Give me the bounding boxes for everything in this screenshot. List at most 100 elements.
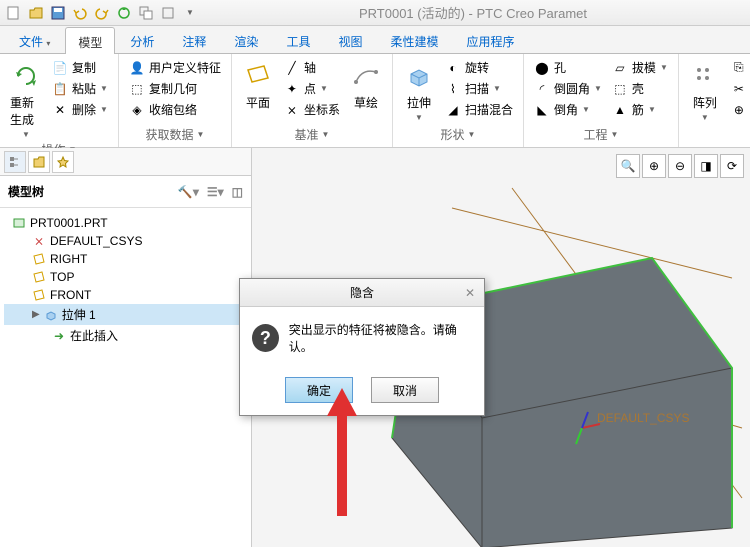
tree-tab-fav-icon[interactable] [52,151,74,173]
tree-item-right[interactable]: RIGHT [4,250,247,268]
hole-button[interactable]: ⬤孔 [532,58,604,77]
group-label-getdata: 获取数据 ▼ [127,126,223,143]
csys-tree-icon: ⨯ [32,234,46,248]
delete-icon: ✕ [52,102,68,118]
shell-icon: ⬚ [612,81,628,97]
tree-root[interactable]: PRT0001.PRT [4,214,247,232]
qat-dropdown-icon[interactable]: ▼ [180,3,200,23]
merge-button[interactable]: ⊕合并 [729,100,750,119]
blend-button[interactable]: ◢扫描混合 [443,100,515,119]
draft-button[interactable]: ▱拔模 ▼ [610,58,670,77]
pattern-icon [689,60,721,92]
shrink-icon: ◈ [129,102,145,118]
chevron-down-icon: ▼ [22,130,30,139]
tree-item-csys[interactable]: ⨯ DEFAULT_CSYS [4,232,247,250]
sketch-button[interactable]: 草绘 [348,58,384,113]
group-operations: 重新生成 ▼ 📄复制 📋粘贴 ▼ ✕删除 ▼ 操作 ▼ [0,54,119,147]
windows-icon[interactable] [136,3,156,23]
close-win-icon[interactable] [158,3,178,23]
group-label-datum: 基准 ▼ [240,126,384,143]
shell-button[interactable]: ⬚壳 [610,79,670,98]
tree-item-front[interactable]: FRONT [4,286,247,304]
regenerate-icon [10,60,42,92]
ok-button[interactable]: 确定 [285,377,353,403]
group-pattern: 阵列 ▼ ⎘镜像 ✂修剪 ⊕合并 [679,54,750,147]
tree-item-insert[interactable]: ➜ 在此插入 [4,325,247,346]
plane-icon [242,60,274,92]
csys-label: DEFAULT_CSYS [597,411,689,425]
user-icon: 👤 [129,60,145,76]
shrinkwrap-button[interactable]: ◈收缩包络 [127,100,223,119]
tree-tabs [0,148,251,176]
point-button[interactable]: ✦点 ▼ [282,79,342,98]
part-icon [12,216,26,230]
group-label-eng: 工程 ▼ [532,126,670,143]
group-engineering: ⬤孔 ◜倒圆角 ▼ ◣倒角 ▼ ▱拔模 ▼ ⬚壳 ▲筋 ▼ 工程 ▼ [524,54,679,147]
round-button[interactable]: ◜倒圆角 ▼ [532,79,604,98]
tree-tool-settings-icon[interactable]: ☰▾ [207,185,224,199]
save-icon[interactable] [48,3,68,23]
chamfer-button[interactable]: ◣倒角 ▼ [532,100,604,119]
group-label-shape: 形状 ▼ [401,126,515,143]
tree-body: PRT0001.PRT ⨯ DEFAULT_CSYS RIGHT TOP FRO… [0,208,251,352]
paste-button[interactable]: 📋粘贴 ▼ [50,79,110,98]
hole-icon: ⬤ [534,60,550,76]
pattern-button[interactable]: 阵列 ▼ [687,58,723,124]
plane-tree-icon [32,270,46,284]
csys-button[interactable]: ⨯坐标系 [282,100,342,119]
tree-tool-hammer-icon[interactable]: 🔨▾ [178,185,199,199]
tab-flex[interactable]: 柔性建模 [377,26,451,53]
redo-icon[interactable] [92,3,112,23]
tree-tool-filter-icon[interactable]: ◫ [232,185,243,199]
trim-button[interactable]: ✂修剪 [729,79,750,98]
ribbon: 重新生成 ▼ 📄复制 📋粘贴 ▼ ✕删除 ▼ 操作 ▼ 👤用户定义特征 ⬚复制几… [0,54,750,148]
revolve-button[interactable]: ◐旋转 [443,58,515,77]
copy-button[interactable]: 📄复制 [50,58,110,77]
dialog-message: 突出显示的特征将被隐含。请确认。 [289,321,472,355]
tree-item-top[interactable]: TOP [4,268,247,286]
tab-apps[interactable]: 应用程序 [453,26,527,53]
sweep-button[interactable]: ⌇扫描 ▼ [443,79,515,98]
new-icon[interactable] [4,3,24,23]
tab-model[interactable]: 模型 [65,27,115,54]
sketch-icon [350,60,382,92]
plane-tree-icon [32,252,46,266]
revolve-icon: ◐ [445,60,461,76]
dialog-close-icon[interactable]: ✕ [462,285,478,301]
tree-tab-model-icon[interactable] [4,151,26,173]
axis-button[interactable]: ╱轴 [282,58,342,77]
regenerate-button[interactable]: 重新生成 ▼ [8,58,44,141]
chamfer-icon: ◣ [534,102,550,118]
undo-icon[interactable] [70,3,90,23]
tab-view[interactable]: 视图 [325,26,375,53]
tab-file[interactable]: 文件 ▾ [6,26,63,53]
insert-icon: ➜ [52,329,66,343]
tab-tools[interactable]: 工具 [273,26,323,53]
user-feature-button[interactable]: 👤用户定义特征 [127,58,223,77]
point-icon: ✦ [284,81,300,97]
mirror-button[interactable]: ⎘镜像 [729,58,750,77]
plane-button[interactable]: 平面 [240,58,276,113]
tree-item-extrude[interactable]: ▶ 拉伸 1 [4,304,247,325]
ribbon-tabs: 文件 ▾ 模型 分析 注释 渲染 工具 视图 柔性建模 应用程序 [0,26,750,54]
tab-analysis[interactable]: 分析 [117,26,167,53]
rib-button[interactable]: ▲筋 ▼ [610,100,670,119]
draft-icon: ▱ [612,60,628,76]
regen-icon[interactable] [114,3,134,23]
rib-icon: ▲ [612,102,628,118]
open-icon[interactable] [26,3,46,23]
tab-annotate[interactable]: 注释 [169,26,219,53]
expand-icon[interactable]: ▶ [32,309,40,320]
extrude-icon [403,60,435,92]
copy-geom-button[interactable]: ⬚复制几何 [127,79,223,98]
tab-render[interactable]: 渲染 [221,26,271,53]
cancel-button[interactable]: 取消 [371,377,439,403]
delete-button[interactable]: ✕删除 ▼ [50,100,110,119]
confirm-dialog: 隐含 ✕ ? 突出显示的特征将被隐含。请确认。 确定 取消 [239,278,485,416]
round-icon: ◜ [534,81,550,97]
group-getdata: 👤用户定义特征 ⬚复制几何 ◈收缩包络 获取数据 ▼ [119,54,232,147]
extrude-button[interactable]: 拉伸 ▼ [401,58,437,124]
window-title: PRT0001 (活动的) - PTC Creo Paramet [200,3,746,22]
tree-tab-folder-icon[interactable] [28,151,50,173]
titlebar: ▼ PRT0001 (活动的) - PTC Creo Paramet [0,0,750,26]
